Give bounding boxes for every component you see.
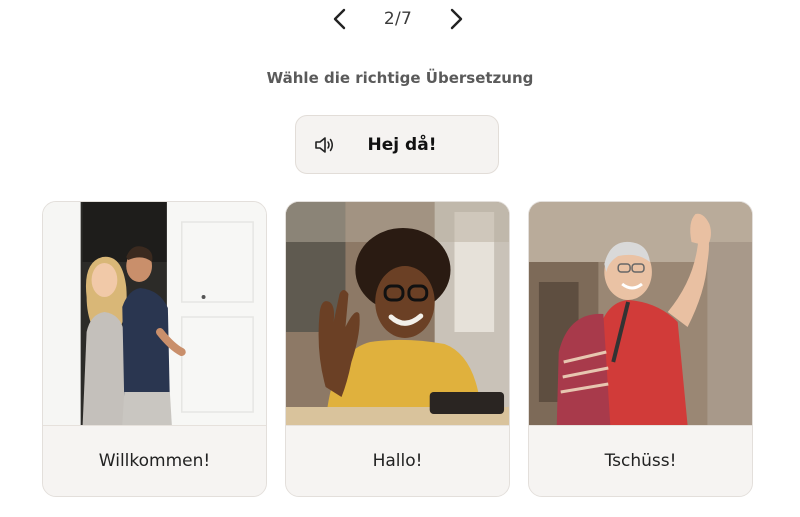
prev-button[interactable] — [326, 5, 354, 33]
couple-at-door-image — [43, 202, 266, 425]
play-audio-button[interactable] — [310, 131, 338, 159]
option-card-willkommen[interactable]: Willkommen! — [42, 201, 267, 497]
option-card-tschuess[interactable]: Tschüss! — [528, 201, 753, 497]
speaker-icon — [315, 136, 333, 153]
page-counter: 2/7 — [383, 9, 413, 29]
instruction-text: Wähle die richtige Übersetzung — [266, 69, 534, 87]
next-button[interactable] — [442, 5, 470, 33]
option-label: Tschüss! — [529, 425, 752, 496]
chevron-right-icon — [450, 8, 463, 30]
pager: 2/7 — [326, 4, 470, 34]
option-card-hallo[interactable]: Hallo! — [285, 201, 510, 497]
quiz-screen: 2/7 Wähle die richtige Übersetzung Hej d… — [0, 0, 800, 517]
man-waving-at-phone-image — [286, 202, 509, 425]
option-label: Hallo! — [286, 425, 509, 496]
prompt-word: Hej då! — [367, 134, 437, 155]
chevron-left-icon — [333, 8, 346, 30]
prompt-card: Hej då! — [295, 115, 499, 174]
traveler-waving-goodbye-image — [529, 202, 752, 425]
option-label: Willkommen! — [43, 425, 266, 496]
